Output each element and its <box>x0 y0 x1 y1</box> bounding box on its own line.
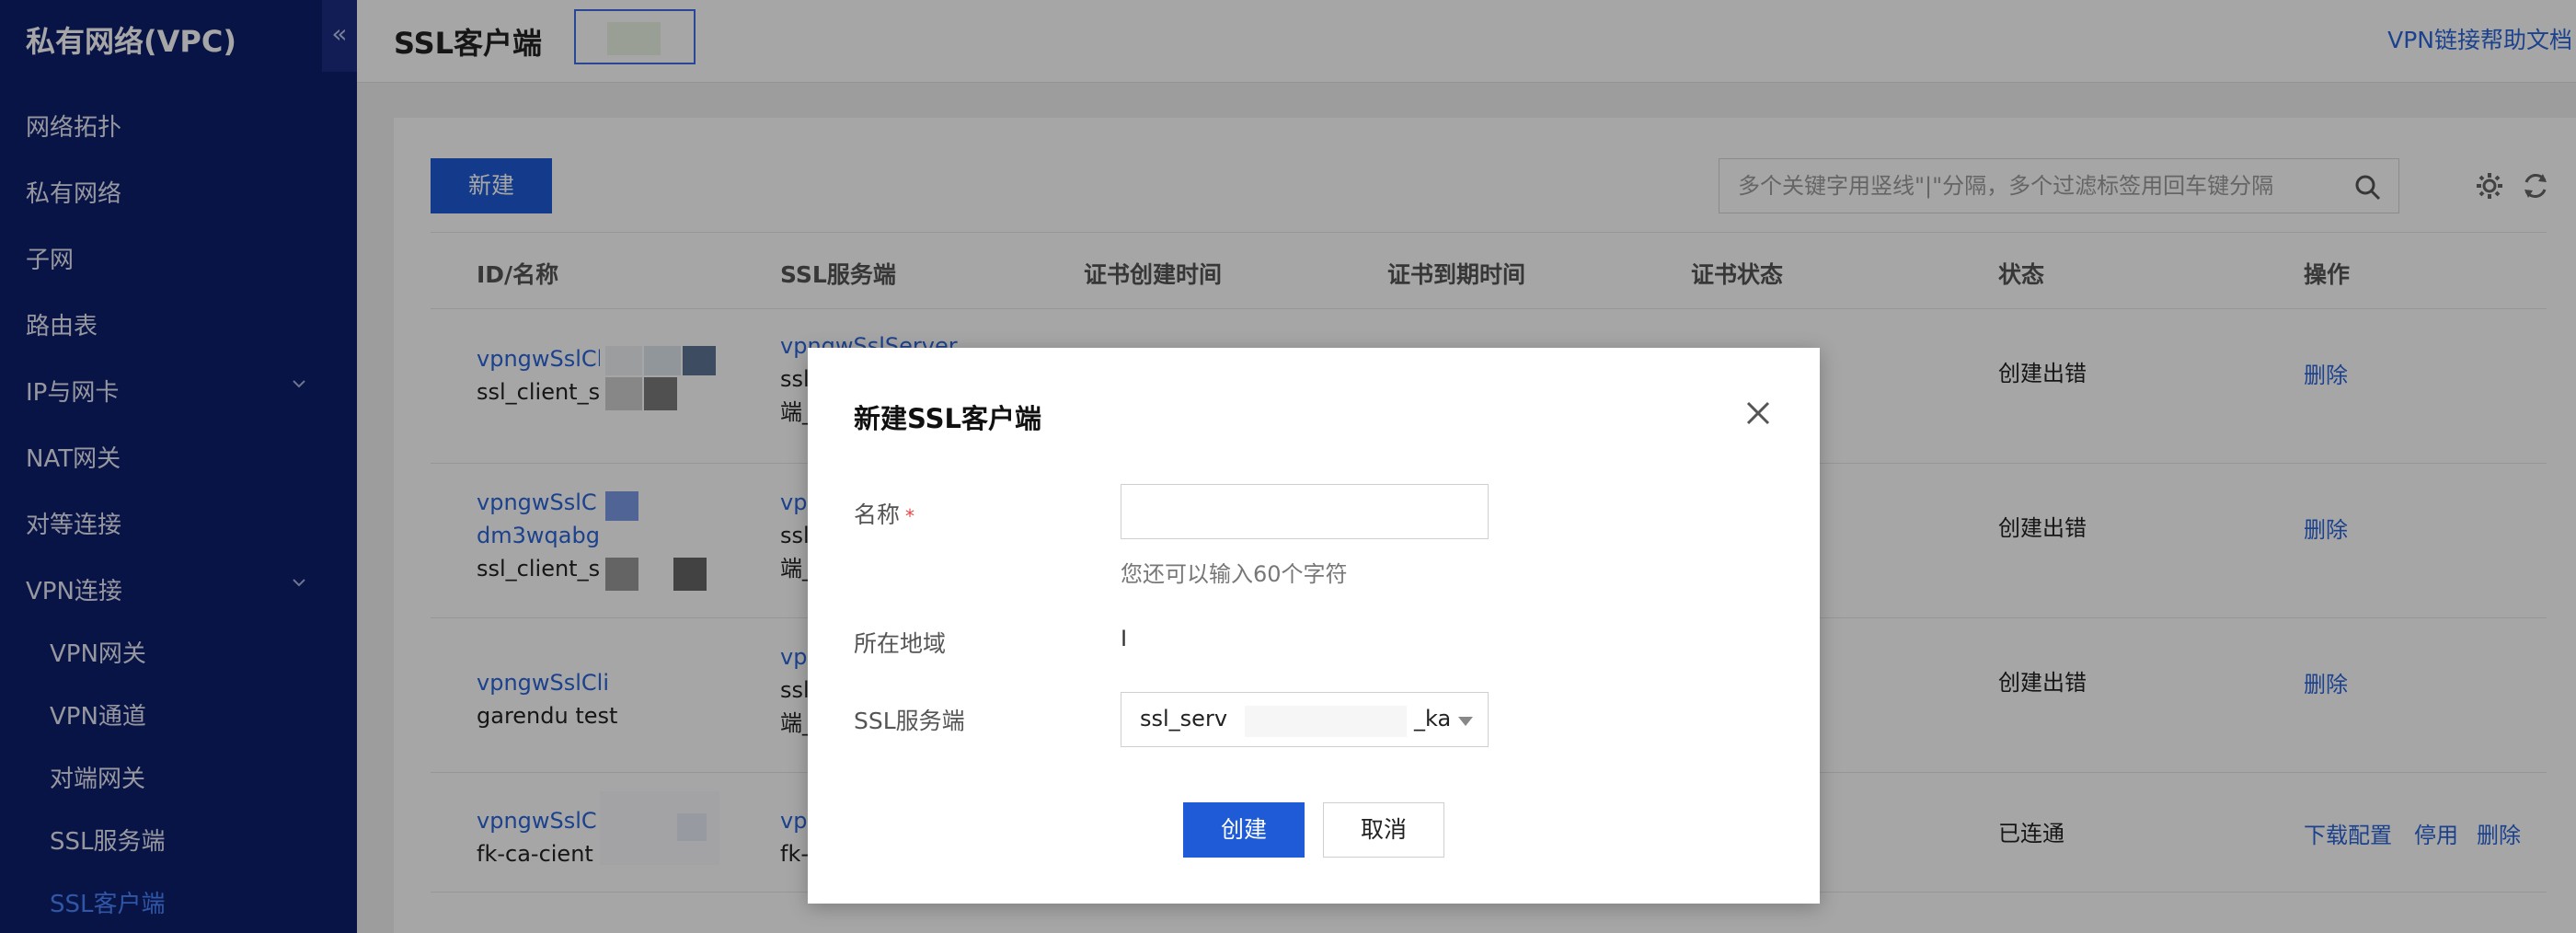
caret-down-icon <box>1458 717 1473 726</box>
ssl-server-label: SSL服务端 <box>854 708 965 734</box>
name-input[interactable] <box>1121 484 1489 539</box>
dialog-title: 新建SSL客户端 <box>854 403 1041 434</box>
region-label: 所在地域 <box>854 630 947 657</box>
close-icon[interactable] <box>1744 399 1772 427</box>
ssl-server-select[interactable]: ssl_serv _ka <box>1121 692 1489 747</box>
ssl-server-select-suffix: _ka <box>1414 706 1452 731</box>
redacted-value <box>1245 706 1407 737</box>
name-hint: 您还可以输入60个字符 <box>1121 561 1348 587</box>
region-value: I <box>1121 626 1128 651</box>
required-mark: * <box>905 505 915 527</box>
new-ssl-client-dialog: 新建SSL客户端 名称 * 您还可以输入60个字符 所在地域 I SSL服务端 s… <box>808 348 1820 904</box>
create-button[interactable]: 创建 <box>1183 802 1305 858</box>
name-label: 名称 * <box>854 497 914 530</box>
cancel-button[interactable]: 取消 <box>1323 802 1444 858</box>
name-label-text: 名称 <box>854 501 901 528</box>
